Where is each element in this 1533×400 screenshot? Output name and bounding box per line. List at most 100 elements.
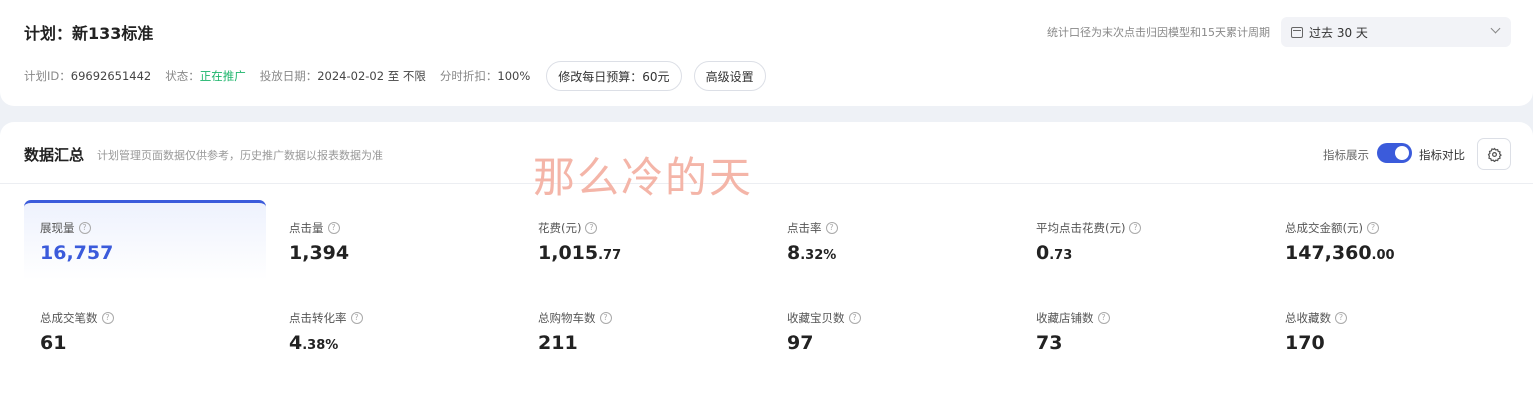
metric-value: 211	[538, 332, 764, 354]
metric-value: 1,394	[289, 242, 515, 264]
help-icon[interactable]: ?	[825, 222, 838, 234]
status-badge: 正在推广	[199, 69, 246, 83]
help-icon[interactable]: ?	[327, 222, 340, 234]
metric-value-int: 8	[787, 242, 801, 264]
metric-label: 总成交金额(元)?	[1285, 220, 1511, 236]
summary-description: 计划管理页面数据仅供参考，历史推广数据以报表数据为准	[97, 149, 383, 162]
metric-value: 1,015.77	[538, 242, 764, 264]
metric-label-text: 点击量	[289, 221, 324, 235]
metric-value-int: 61	[40, 332, 67, 354]
chevron-down-icon	[1490, 23, 1501, 34]
metric-label-text: 点击转化率	[289, 311, 347, 325]
metric-label-text: 花费(元)	[538, 221, 582, 235]
help-icon[interactable]: ?	[599, 312, 612, 324]
help-icon[interactable]: ?	[101, 312, 114, 324]
metric-tile-cvr[interactable]: 点击转化率? 4.38%	[273, 290, 515, 370]
metric-value: 8.32%	[787, 242, 1013, 264]
metric-label-text: 总购物车数	[538, 311, 596, 325]
date-label: 投放日期：	[259, 69, 318, 83]
metric-tile-cart[interactable]: 总购物车数? 211	[522, 290, 764, 370]
metric-label-text: 收藏店铺数	[1036, 311, 1094, 325]
metric-value-dec: .32%	[800, 248, 837, 263]
help-icon[interactable]: ?	[1097, 312, 1110, 324]
status-label: 状态：	[165, 69, 200, 83]
metric-value-int: 4	[289, 332, 303, 354]
metric-tile-orders[interactable]: 总成交笔数? 61	[24, 290, 266, 370]
metric-label-text: 收藏宝贝数	[787, 311, 845, 325]
metric-value: 73	[1036, 332, 1262, 354]
metric-value-int: 0	[1036, 242, 1050, 264]
metric-value-dec: .00	[1371, 248, 1395, 263]
metric-value-int: 73	[1036, 332, 1063, 354]
metric-value: 97	[787, 332, 1013, 354]
metric-label-text: 总收藏数	[1285, 311, 1331, 325]
metric-value-dec: .73	[1049, 248, 1073, 263]
metric-label: 收藏店铺数?	[1036, 310, 1262, 326]
help-icon[interactable]: ?	[585, 222, 598, 234]
metric-value: 147,360.00	[1285, 242, 1511, 264]
summary-header: 数据汇总 计划管理页面数据仅供参考，历史推广数据以报表数据为准 那么冷的天 指标…	[0, 122, 1533, 202]
metric-label-text: 平均点击花费(元)	[1036, 221, 1126, 235]
help-icon[interactable]: ?	[1366, 222, 1379, 234]
date-range-select[interactable]: 过去 30 天	[1281, 17, 1511, 47]
help-icon[interactable]: ?	[848, 312, 861, 324]
metric-value-int: 1,015	[538, 242, 599, 264]
plan-id: 计划ID：69692651442	[24, 68, 151, 84]
plan-info-card: 计划：新133标准 计划ID：69692651442 状态：正在推广 投放日期：…	[0, 0, 1533, 106]
gear-icon	[1487, 147, 1502, 162]
metric-tile-clicks[interactable]: 点击量? 1,394	[273, 200, 515, 280]
plan-id-label: 计划ID：	[24, 69, 71, 83]
metric-value-int: 170	[1285, 332, 1325, 354]
metric-value-int: 1,394	[289, 242, 350, 264]
metric-tile-shop-favorites[interactable]: 收藏店铺数? 73	[1020, 290, 1262, 370]
metric-tile-total-favorites[interactable]: 总收藏数? 170	[1269, 290, 1511, 370]
date-range-value: 过去 30 天	[1309, 25, 1368, 40]
discount-label: 分时折扣：	[439, 69, 498, 83]
metric-value: 61	[40, 332, 266, 354]
help-icon[interactable]: ?	[78, 222, 91, 234]
plan-meta-row: 计划ID：69692651442 状态：正在推广 投放日期：2024-02-02…	[24, 61, 778, 91]
plan-discount: 分时折扣：100%	[440, 68, 530, 84]
help-icon[interactable]: ?	[1129, 222, 1142, 234]
help-icon[interactable]: ?	[350, 312, 363, 324]
date-value: 2024-02-02 至 不限	[317, 69, 426, 83]
advanced-settings-button[interactable]: 高级设置	[693, 61, 766, 91]
metric-tile-gmv[interactable]: 总成交金额(元)? 147,360.00	[1269, 200, 1511, 280]
metric-label: 平均点击花费(元)?	[1036, 220, 1262, 236]
help-icon[interactable]: ?	[1335, 312, 1347, 324]
summary-title: 数据汇总	[24, 146, 85, 164]
plan-status: 状态：正在推广	[165, 68, 246, 84]
metric-tile-spend[interactable]: 花费(元)? 1,015.77	[522, 200, 764, 280]
metric-value-int: 211	[538, 332, 578, 354]
data-summary-card: 数据汇总 计划管理页面数据仅供参考，历史推广数据以报表数据为准 那么冷的天 指标…	[0, 122, 1533, 400]
metric-label: 总购物车数?	[538, 310, 764, 326]
metric-label: 总收藏数?	[1285, 310, 1511, 326]
stats-note: 统计口径为末次点击归因模型和15天累计周期	[1047, 26, 1270, 39]
metric-tile-ctr[interactable]: 点击率? 8.32%	[771, 200, 1013, 280]
metric-settings-button[interactable]	[1477, 138, 1511, 170]
metric-label: 展现量?	[40, 220, 266, 236]
watermark: 那么冷的天	[533, 153, 754, 202]
metric-value: 16,757	[40, 242, 266, 264]
metric-label: 点击转化率?	[289, 310, 515, 326]
metric-label-text: 展现量	[40, 221, 75, 235]
metric-compare-label: 指标对比	[1419, 148, 1465, 162]
metric-tile-impressions[interactable]: 展现量? 16,757	[24, 200, 266, 280]
plan-date: 投放日期：2024-02-02 至 不限	[260, 68, 426, 84]
metric-tile-avg-cpc[interactable]: 平均点击花费(元)? 0.73	[1020, 200, 1262, 280]
plan-title: 计划：新133标准	[24, 24, 154, 43]
metric-tile-item-favorites[interactable]: 收藏宝贝数? 97	[771, 290, 1013, 370]
metric-compare-toggle[interactable]	[1377, 143, 1412, 163]
metric-label: 点击量?	[289, 220, 515, 236]
calendar-icon	[1291, 26, 1303, 38]
edit-daily-budget-button[interactable]: 修改每日预算：60元	[546, 61, 682, 91]
metric-value-int: 97	[787, 332, 814, 354]
plan-id-value: 69692651442	[70, 69, 152, 83]
metric-value-dec: .38%	[302, 338, 339, 353]
metric-label-text: 总成交金额(元)	[1285, 221, 1363, 235]
metric-value: 170	[1285, 332, 1511, 354]
metric-value-int: 16,757	[40, 242, 114, 264]
metric-label: 花费(元)?	[538, 220, 764, 236]
metric-value-int: 147,360	[1285, 242, 1372, 264]
discount-value: 100%	[497, 69, 531, 83]
